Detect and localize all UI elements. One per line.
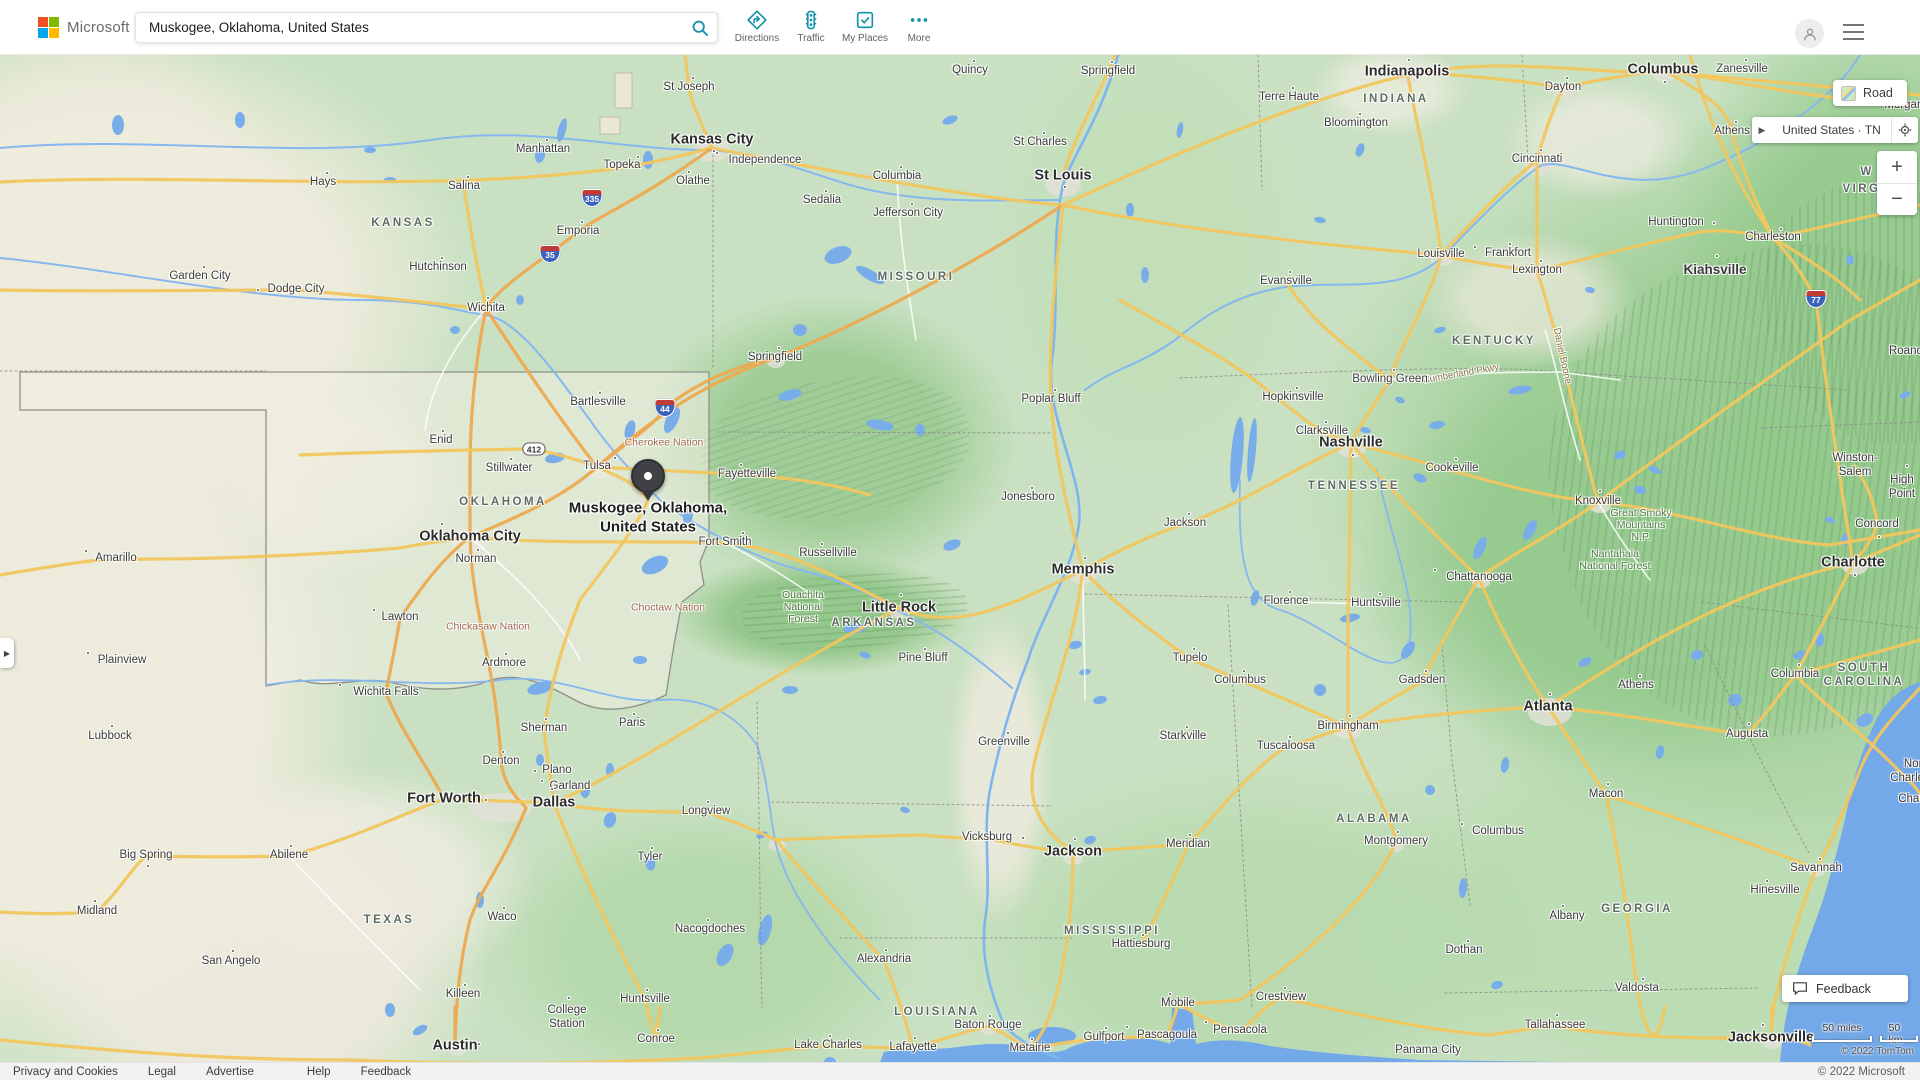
road-button-label: Road [1863,86,1893,100]
traffic-icon [800,9,822,31]
pin-label: Muskogee, Oklahoma, United States [569,499,727,537]
directions-icon [746,9,768,31]
scale-miles-bar [1812,1036,1872,1042]
region-breadcrumb[interactable]: ▶ United States · TN [1752,117,1918,143]
map-attribution: © 2022 TomTom [1841,1046,1914,1057]
advertise-link[interactable]: Advertise [206,1066,254,1078]
top-bar: Microsoft Bing Directions [0,0,1920,55]
copyright: © 2022 Microsoft [1818,1066,1905,1078]
search-icon[interactable] [683,18,717,38]
locate-me-button[interactable] [1891,117,1918,143]
map-geography [0,55,1920,1062]
breadcrumb-expand-icon[interactable]: ▶ [1752,125,1772,136]
traffic-button[interactable]: Traffic [784,6,838,44]
zoom-controls: + − [1877,151,1917,215]
search-input[interactable] [136,20,683,35]
more-label: More [908,33,931,44]
feedback-button[interactable]: Feedback [1782,975,1908,1002]
my-places-label: My Places [842,33,888,44]
scale-km-label: 50 km [1889,1022,1910,1046]
locate-icon [1897,122,1913,138]
account-avatar[interactable] [1795,19,1824,48]
bottom-bar: Privacy and Cookies Legal Advertise Help… [0,1062,1920,1080]
help-link[interactable]: Help [307,1066,331,1078]
my-places-button[interactable]: My Places [838,6,892,44]
bing-maps-app: Microsoft Bing Directions [0,0,1920,1080]
toolbar: Directions Traffic [730,6,946,44]
my-places-icon [854,9,876,31]
map-style-thumbnail-icon [1841,86,1856,101]
hamburger-menu[interactable] [1843,24,1864,45]
traffic-label: Traffic [797,33,824,44]
zoom-out-button[interactable]: − [1877,183,1917,215]
search-box [135,12,718,43]
map-style-road-button[interactable]: Road [1833,80,1907,106]
directions-button[interactable]: Directions [730,6,784,44]
microsoft-logo-icon [38,17,59,38]
scale-km-bar [1880,1036,1918,1042]
more-button[interactable]: More [892,6,946,44]
privacy-link[interactable]: Privacy and Cookies [13,1066,118,1078]
side-panel-expander[interactable]: ▶ [0,638,14,668]
directions-label: Directions [735,33,779,44]
location-pin[interactable] [631,459,665,493]
breadcrumb-text: United States · TN [1772,123,1891,137]
zoom-in-button[interactable]: + [1877,151,1917,183]
feedback-label: Feedback [1816,982,1871,996]
feedback-bubble-icon [1792,981,1808,996]
legal-link[interactable]: Legal [148,1066,176,1078]
more-icon [908,9,930,31]
feedback-link[interactable]: Feedback [361,1066,412,1078]
map-canvas[interactable]: QuincySpringfieldColumbusZanesvilleSt Jo… [0,55,1920,1062]
scale-miles-label: 50 miles [1822,1022,1861,1034]
